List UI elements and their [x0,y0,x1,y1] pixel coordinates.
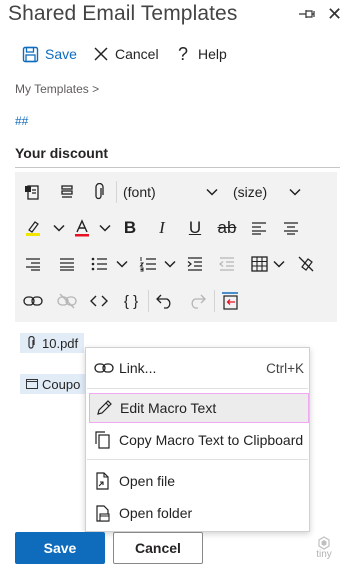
pencil-icon [97,400,112,415]
chevron-down-icon[interactable] [115,251,129,277]
menu-item-link[interactable]: Link... Ctrl+K [86,353,309,383]
size-select-value: (size) [233,184,268,200]
highlight-color-icon[interactable] [20,215,46,241]
editor-toolbar: (font) (size) B I U ab {} [15,172,337,322]
table-icon[interactable] [246,251,272,277]
copy-icon [95,431,110,449]
chevron-down-icon[interactable] [163,251,177,277]
coupon-chip[interactable]: Coupo [20,374,86,394]
help-command[interactable]: ? Help [176,40,227,68]
menu-item-copy-macro-text[interactable]: Copy Macro Text to Clipboard [86,425,309,455]
toolbar-separator [214,290,215,312]
menu-item-shortcut: Ctrl+K [266,360,304,376]
bullet-list-icon[interactable] [86,251,112,277]
folder-icon [96,504,110,522]
cancel-command-label: Cancel [115,46,159,62]
coupon-label: Coupo [42,376,81,392]
toolbar-separator [148,290,149,312]
link-icon [94,363,114,373]
font-select-value: (font) [123,184,156,200]
chevron-down-icon[interactable] [288,179,302,205]
bold-icon[interactable]: B [117,215,143,241]
numbered-list-icon[interactable] [135,251,161,277]
menu-item-label: Copy Macro Text to Clipboard [119,432,304,448]
align-left-icon[interactable] [246,215,272,241]
breadcrumb[interactable]: My Templates > [15,82,99,96]
insert-macro-icon[interactable] [20,179,46,205]
align-justify-icon[interactable] [54,251,80,277]
save-command-label: Save [45,46,77,62]
context-menu: Link... Ctrl+K Edit Macro Text Copy Macr… [85,347,310,532]
strikethrough-icon[interactable]: ab [214,215,240,241]
chevron-down-icon[interactable] [52,215,66,241]
size-select[interactable]: (size) [233,179,267,205]
insert-below-icon[interactable] [217,288,243,314]
tiny-brand: tiny [316,549,332,560]
align-center-icon[interactable] [278,215,304,241]
title-underline [15,167,340,168]
undo-icon[interactable] [152,288,178,314]
paperclip-icon [28,336,35,349]
pin-icon[interactable] [298,7,318,21]
menu-item-label: Edit Macro Text [120,400,217,416]
tiny-logo: tiny [314,536,334,560]
window-icon [26,379,38,389]
menu-item-label: Open file [119,473,176,489]
floppy-icon [22,46,39,62]
pane-title: Shared Email Templates [8,2,238,25]
help-command-label: Help [198,46,227,62]
cancel-command[interactable]: Cancel [93,40,159,68]
menu-separator [87,388,308,389]
chevron-down-icon[interactable] [205,179,219,205]
font-select[interactable]: (font) [123,179,156,205]
link-icon[interactable] [20,288,46,314]
command-bar: Save Cancel ? Help [0,40,355,68]
menu-item-label: Open folder [119,505,193,521]
decrease-indent-icon[interactable] [214,251,240,277]
save-command[interactable]: Save [22,40,77,68]
x-icon [94,47,108,61]
redo-icon[interactable] [184,288,210,314]
file-icon [96,472,109,490]
templates-icon[interactable] [54,179,80,205]
braces-icon[interactable]: { } [118,288,144,314]
unlink-icon[interactable] [54,288,80,314]
attachment-name: 10.pdf [42,335,79,351]
font-color-icon[interactable] [69,215,95,241]
chevron-down-icon[interactable] [272,251,286,277]
underline-icon[interactable]: U [182,215,208,241]
italic-icon[interactable]: I [149,215,175,241]
question-icon: ? [178,43,189,64]
clear-formatting-icon[interactable] [293,251,319,277]
attachment-chip[interactable]: 10.pdf [20,333,85,353]
cancel-button[interactable]: Cancel [113,532,203,564]
attach-icon[interactable] [86,179,112,205]
menu-item-label: Link... [119,360,157,376]
toolbar-separator [116,181,117,203]
menu-item-edit-macro-text[interactable]: Edit Macro Text [89,393,309,423]
save-button[interactable]: Save [15,532,105,564]
close-icon[interactable]: ✕ [327,4,342,24]
tiny-logo-icon [318,536,330,550]
increase-indent-icon[interactable] [182,251,208,277]
align-right-icon[interactable] [20,251,46,277]
menu-item-open-folder[interactable]: Open folder [86,498,309,528]
template-title[interactable]: Your discount [15,145,108,161]
hash-link[interactable]: ## [15,114,28,128]
menu-item-open-file[interactable]: Open file [86,466,309,496]
source-code-icon[interactable] [86,288,112,314]
menu-separator [87,459,308,460]
chevron-down-icon[interactable] [98,215,112,241]
